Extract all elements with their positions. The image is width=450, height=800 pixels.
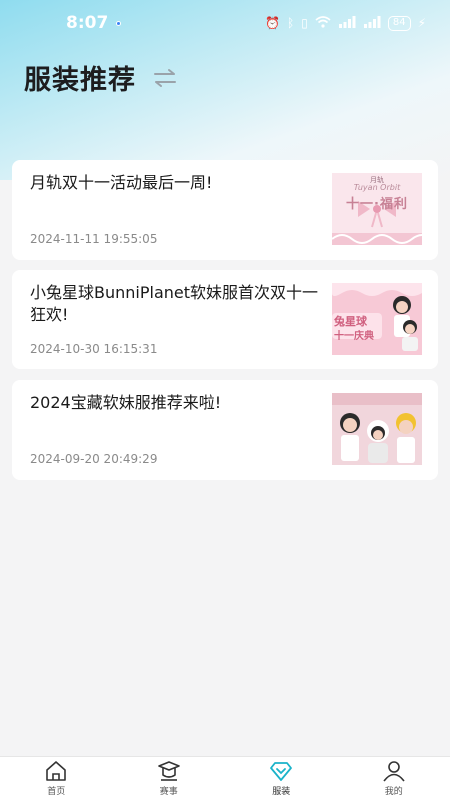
tab-clothing[interactable]: 服装	[225, 757, 338, 800]
signal-icon	[338, 15, 356, 31]
tab-label: 首页	[47, 787, 66, 797]
article-time: 2024-11-11 19:55:05	[30, 232, 158, 246]
status-icons: ⏰ ᛒ ▯ 84 ⚡	[265, 15, 426, 31]
charging-icon: ⚡	[417, 16, 426, 30]
notification-dot-icon	[116, 20, 122, 26]
article-time: 2024-10-30 16:15:31	[30, 342, 158, 356]
tab-label: 服装	[272, 787, 291, 797]
bottom-tab-bar: 首页 赛事 服装 我的	[0, 756, 450, 800]
signal-icon-2	[363, 15, 381, 31]
article-card[interactable]: 小兔星球BunniPlanet软妹服首次双十一狂欢! 2024-10-30 16…	[12, 270, 438, 369]
article-thumbnail: 兔星球 十一庆典	[332, 283, 422, 355]
status-bar: 8:07 ⏰ ᛒ ▯ 84 ⚡	[0, 0, 450, 46]
tab-profile[interactable]: 我的	[338, 757, 450, 800]
thumb-caption: Tuyan Orbit	[353, 183, 401, 192]
article-title: 月轨双十一活动最后一周!	[30, 173, 213, 192]
diamond-icon	[270, 762, 293, 781]
tab-events[interactable]: 赛事	[113, 757, 226, 800]
vibrate-icon: ▯	[301, 16, 308, 30]
article-thumbnail	[332, 393, 422, 465]
bluetooth-icon: ᛒ	[287, 16, 295, 30]
article-title: 小兔星球BunniPlanet软妹服首次双十一狂欢!	[30, 283, 319, 324]
graduation-cap-icon	[157, 761, 180, 781]
tab-label: 我的	[384, 787, 403, 797]
user-icon	[383, 761, 405, 782]
swap-icon[interactable]	[152, 68, 178, 88]
alarm-icon: ⏰	[265, 16, 281, 30]
article-card[interactable]: 月轨双十一活动最后一周! 2024-11-11 19:55:05 月轨 Tuya…	[12, 160, 438, 260]
article-card[interactable]: 2024宝藏软妹服推荐来啦! 2024-09-20 20:49:29	[12, 380, 438, 480]
tab-label: 赛事	[159, 787, 178, 797]
header: 服装推荐	[24, 58, 178, 97]
article-title: 2024宝藏软妹服推荐来啦!	[30, 393, 222, 412]
thumb-text: 十一·福利	[346, 197, 408, 212]
wifi-icon	[315, 15, 331, 31]
article-thumbnail: 月轨 Tuyan Orbit 十一·福利	[332, 173, 422, 245]
page-title: 服装推荐	[24, 65, 136, 96]
article-time: 2024-09-20 20:49:29	[30, 452, 158, 466]
battery-indicator: 84	[387, 15, 411, 31]
thumb-text-2: 十一庆典	[334, 331, 374, 342]
home-icon	[46, 761, 67, 781]
tab-home[interactable]: 首页	[0, 757, 113, 800]
status-time: 8:07	[66, 13, 109, 33]
